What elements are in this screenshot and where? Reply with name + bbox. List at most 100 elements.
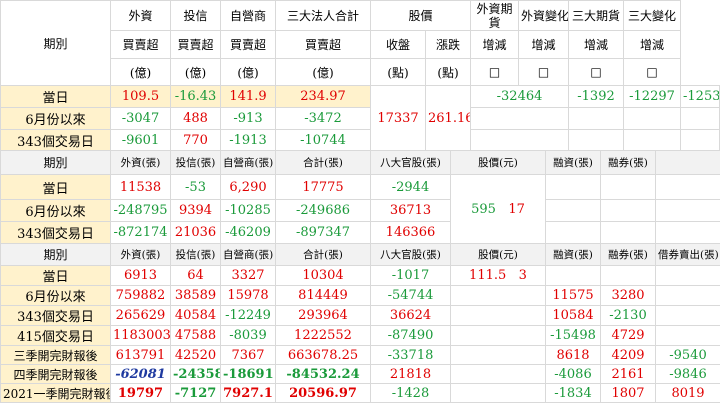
stock-change: 17 (508, 201, 525, 217)
unit-8: □ (568, 58, 625, 86)
index-close: 17337 (370, 85, 426, 151)
cell: 1222552 (275, 325, 371, 346)
cell: -913 (220, 107, 276, 130)
cell: 6,290 (220, 174, 276, 200)
period-header: 期別 (0, 150, 111, 175)
cell: 488 (170, 107, 221, 130)
unit-9: □ (623, 58, 682, 86)
col-h: 自營商(張) (220, 150, 276, 175)
row-label: 6月份以來 (0, 107, 111, 130)
cell: 19797 (110, 383, 171, 403)
col-price: 股價 (369, 0, 472, 31)
stock-price: 595 (471, 201, 496, 217)
cell: -24358 (170, 364, 221, 384)
col-h: 合計(張) (275, 243, 371, 266)
cell: -897347 (275, 221, 371, 244)
col-foreign: 外資 (110, 0, 171, 31)
cell: 1807 (600, 383, 656, 403)
cell: -1834 (545, 383, 601, 403)
col-h: 投信(張) (170, 243, 221, 266)
cell: 8618 (545, 345, 601, 365)
cell: -12249 (220, 305, 276, 326)
row-label: 三季開完財報後 (0, 345, 111, 365)
col-h: 外資(張) (110, 150, 171, 175)
col-h: 八大官股(張) (370, 150, 451, 175)
cell: -1913 (220, 129, 276, 151)
col-h: 融資(張) (545, 150, 601, 175)
cell: -4086 (545, 364, 601, 384)
cell: 3280 (600, 285, 656, 306)
futures-cell: -32464 (470, 85, 570, 108)
cell: -84532.24 (275, 364, 371, 384)
cell (655, 305, 720, 326)
cell: 36624 (370, 305, 451, 326)
cell: 814449 (275, 285, 371, 306)
cell: -9540 (655, 345, 720, 365)
cell: 141.9 (220, 85, 276, 108)
row-label: 當日 (0, 85, 111, 108)
cell: 234.97 (275, 85, 371, 108)
cell: 4729 (600, 325, 656, 346)
row-label: 2021一季開完財報後 (0, 383, 111, 403)
period-header: 期別 (0, 0, 111, 86)
cell: 64 (170, 265, 221, 286)
cell: 11575 (545, 285, 601, 306)
col-big3-change: 三大變化 (623, 0, 682, 31)
futures-cell: -12297 (623, 85, 682, 108)
sub-3: 買賣超 (275, 30, 371, 59)
unit-7: □ (518, 58, 570, 86)
cell (655, 325, 720, 346)
cell: 47588 (170, 325, 221, 346)
unit-6: □ (470, 58, 520, 86)
cell: -872174 (110, 221, 171, 244)
unit-2: (億) (220, 58, 276, 86)
sub-2: 買賣超 (220, 30, 276, 59)
sub-5: 漲跌 (424, 30, 472, 59)
cell: 8019 (655, 383, 720, 403)
cell: -3047 (110, 107, 171, 130)
cell: -33718 (370, 345, 451, 365)
stock-table-1: 期別 外資(張) 投信(張) 自營商(張) 合計(張) 八大官股(張) 股價(元… (0, 150, 720, 244)
col-h: 融券(張) (600, 243, 656, 266)
cell: -10744 (275, 129, 371, 151)
unit-0: (億) (110, 58, 171, 86)
row-label: 當日 (0, 174, 111, 200)
cell: 265629 (110, 305, 171, 326)
cell: 6913 (110, 265, 171, 286)
futures-cell: -1392 (568, 85, 625, 108)
row-label: 343個交易日 (0, 221, 111, 244)
cell: 663678.25 (275, 345, 371, 365)
summary-table-index: 期別 外資 投信 自營商 三大法人合計 股價 外資期貨 外資變化 三大期貨 三大… (0, 0, 720, 151)
row-label: 415個交易日 (0, 325, 111, 346)
unit-3: (億) (275, 58, 371, 86)
cell: -3472 (275, 107, 371, 130)
row-label: 6月份以來 (0, 285, 111, 306)
futures-cell: -1253 (680, 85, 720, 108)
sub-4: 收盤 (370, 30, 426, 59)
price-cell: 595 17 (450, 174, 546, 244)
index-change: 261.16 (424, 85, 472, 151)
col-h: 融資(張) (545, 243, 601, 266)
cell: 770 (170, 129, 221, 151)
cell: 759882 (110, 285, 171, 306)
sub-8: 增減 (568, 30, 625, 59)
cell: 17775 (275, 174, 371, 200)
cell: -18691 (220, 364, 276, 384)
cell: 21818 (370, 364, 451, 384)
cell: -9846 (655, 364, 720, 384)
cell: 36713 (370, 199, 451, 222)
col-h: 八大官股(張) (370, 243, 451, 266)
col-foreign-futures: 外資期貨 (470, 0, 520, 31)
sub-9: 增減 (623, 30, 682, 59)
stock-change: 3 (518, 268, 527, 283)
cell: -62081 (110, 364, 171, 384)
cell: 9394 (170, 199, 221, 222)
row-label: 343個交易日 (0, 129, 111, 151)
col-h: 自營商(張) (220, 243, 276, 266)
cell: 40584 (170, 305, 221, 326)
cell: -15498 (545, 325, 601, 346)
cell: -2944 (370, 174, 451, 200)
sub-7: 增減 (518, 30, 570, 59)
cell: -7127 (170, 383, 221, 403)
row-label: 當日 (0, 265, 111, 286)
